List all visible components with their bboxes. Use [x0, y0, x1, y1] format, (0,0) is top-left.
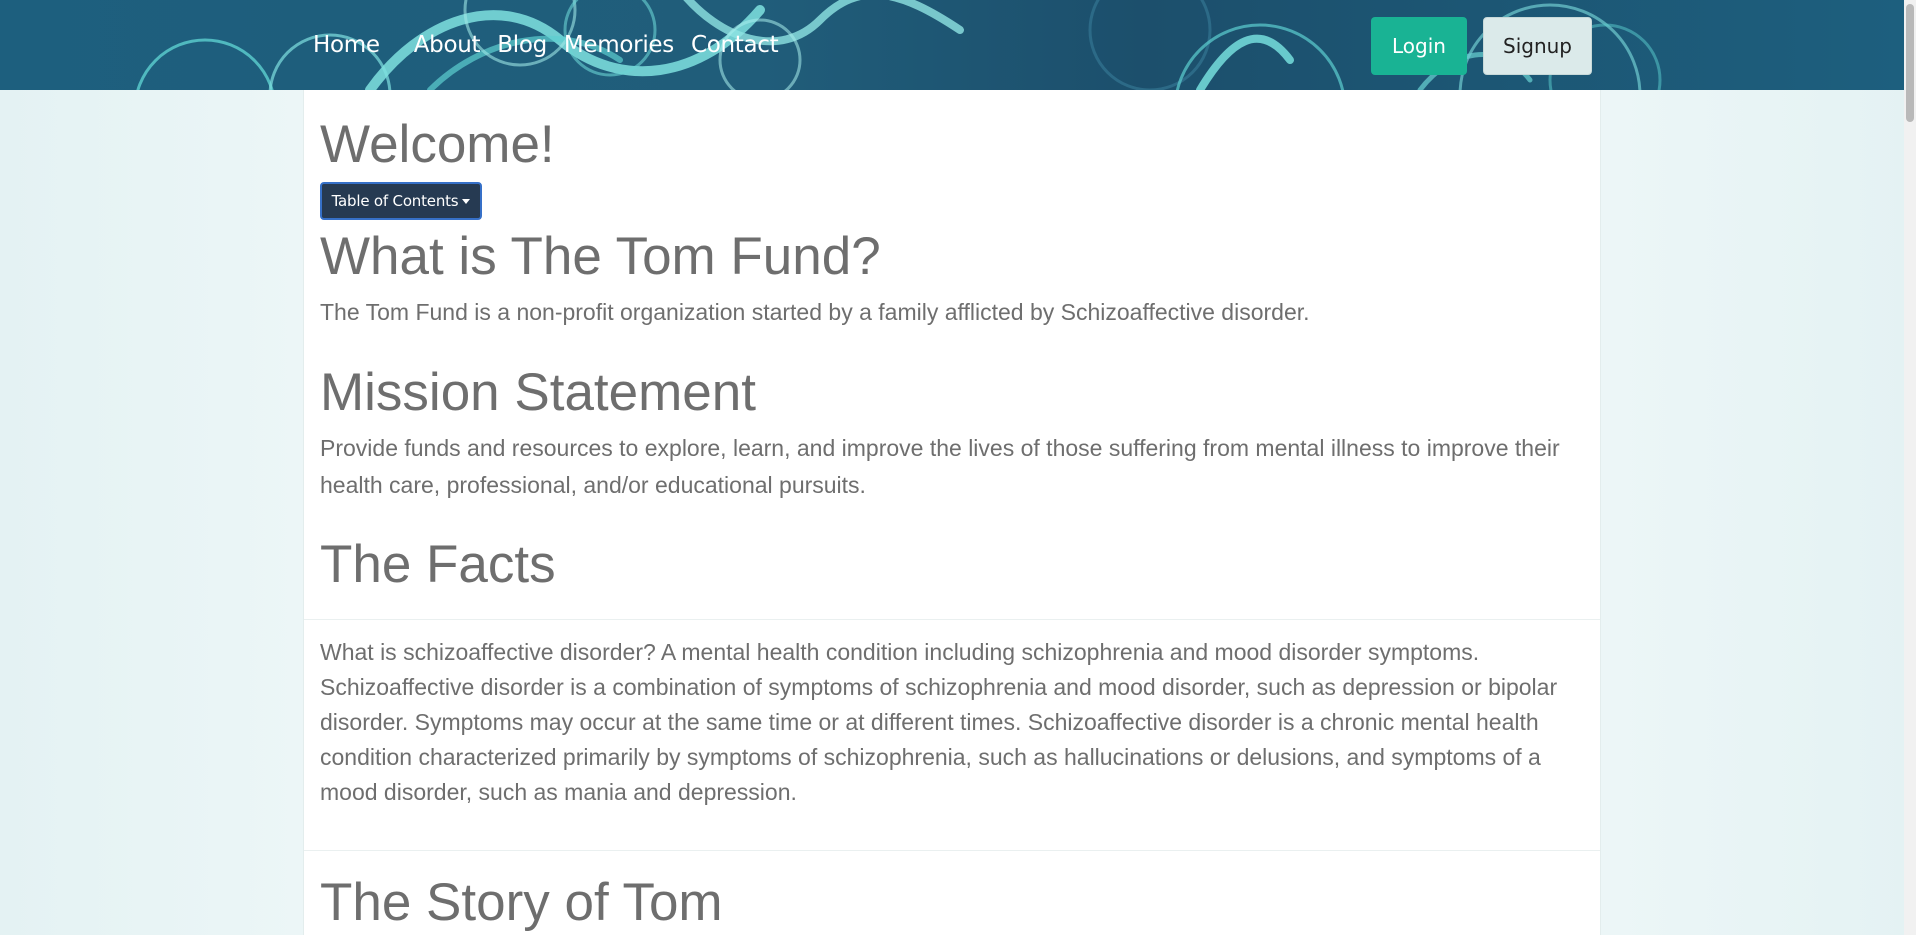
- section-text-facts: What is schizoaffective disorder? A ment…: [320, 639, 1558, 805]
- signup-button[interactable]: Signup: [1483, 17, 1592, 75]
- nav-about-link[interactable]: About: [414, 32, 481, 58]
- section-divider: [304, 619, 1600, 620]
- main-content-container: Welcome! Table of Contents What is The T…: [303, 90, 1601, 935]
- section-heading-mission: Mission Statement: [320, 363, 756, 422]
- scrollbar-thumb[interactable]: [1906, 4, 1914, 122]
- table-of-contents-dropdown[interactable]: Table of Contents: [320, 182, 482, 220]
- section-text-what-is: The Tom Fund is a non-profit organizatio…: [320, 299, 1310, 325]
- section-text-mission: Provide funds and resources to explore, …: [320, 435, 1560, 498]
- welcome-heading: Welcome!: [320, 115, 555, 174]
- nav-blog-link[interactable]: Blog: [497, 32, 547, 58]
- toc-label: Table of Contents: [331, 192, 459, 210]
- nav-memories-link[interactable]: Memories: [564, 32, 674, 58]
- section-heading-facts: The Facts: [320, 535, 556, 594]
- caret-down-icon: [462, 198, 471, 204]
- top-navbar: Home About Blog Memories Contact Login S…: [0, 0, 1904, 90]
- section-heading-story: The Story of Tom: [320, 873, 723, 932]
- section-heading-what-is: What is The Tom Fund?: [320, 227, 881, 286]
- nav-links: Home About Blog Memories Contact: [313, 0, 795, 90]
- section-divider: [304, 850, 1600, 851]
- nav-contact-link[interactable]: Contact: [691, 32, 779, 58]
- page-scrollbar[interactable]: [1904, 0, 1916, 935]
- login-button[interactable]: Login: [1371, 17, 1467, 75]
- navbar-swirl-background: [136, 0, 1662, 90]
- nav-home-link[interactable]: Home: [313, 32, 380, 58]
